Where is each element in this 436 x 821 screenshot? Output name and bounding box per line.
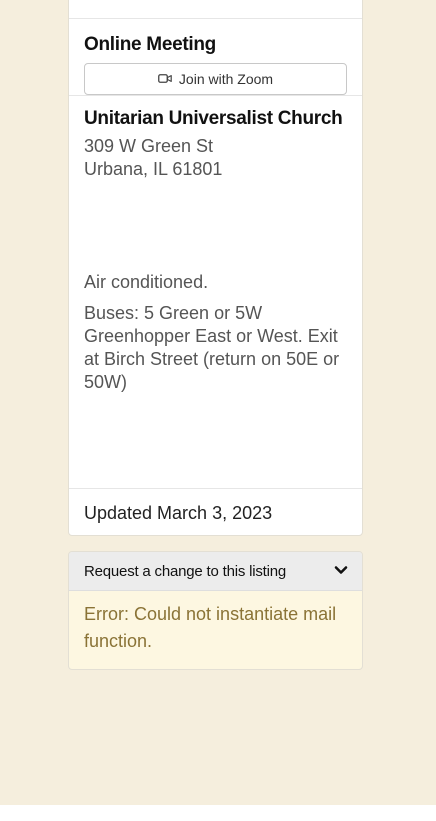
updated-date: Updated March 3, 2023 <box>84 503 273 523</box>
card-top-section <box>69 0 362 19</box>
change-request-body: Error: Could not instantiate mail functi… <box>69 591 362 665</box>
location-note-air-conditioned: Air conditioned. <box>84 272 209 292</box>
change-request-label: Request a change to this listing <box>84 562 287 580</box>
meeting-card: Online Meeting Join with Zoom Unitarian … <box>68 0 363 536</box>
location-name: Unitarian Universalist Church <box>84 108 343 129</box>
chevron-down-icon <box>334 562 348 580</box>
change-request-toggle[interactable]: Request a change to this listing <box>69 552 362 591</box>
change-request-card: Request a change to this listing Error: … <box>68 551 363 670</box>
error-message: Error: Could not instantiate mail functi… <box>84 604 337 651</box>
divider <box>69 95 362 96</box>
join-zoom-button[interactable]: Join with Zoom <box>84 63 347 95</box>
video-camera-icon <box>158 71 179 87</box>
online-meeting-heading: Online Meeting <box>84 34 216 55</box>
divider <box>69 488 362 489</box>
join-zoom-label: Join with Zoom <box>178 71 274 87</box>
address-line-1: 309 W Green St <box>84 136 214 156</box>
location-note-buses: Buses: 5 Green or 5W Greenhopper East or… <box>84 303 340 392</box>
address-line-2: Urbana, IL 61801 <box>84 159 223 179</box>
